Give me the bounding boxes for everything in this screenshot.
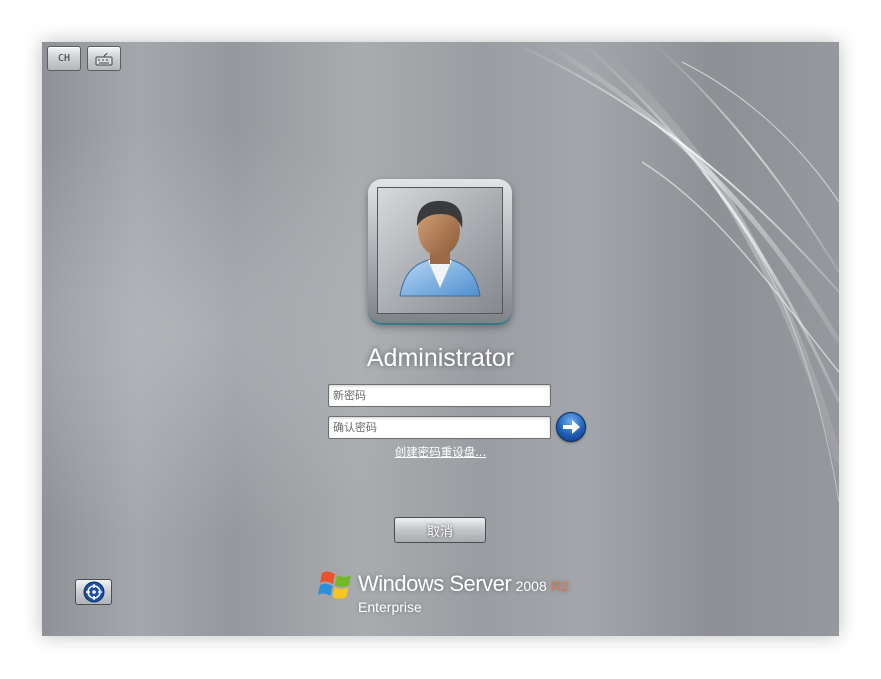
arrow-right-icon <box>563 420 580 434</box>
submit-button[interactable] <box>556 412 586 442</box>
cancel-button[interactable]: 取消 <box>394 517 486 543</box>
product-wordmark: Windows Server 2008 R2 <box>358 571 569 597</box>
user-tile-frame <box>368 179 512 323</box>
product-edition: Enterprise <box>358 599 422 615</box>
input-language-button[interactable]: CH <box>47 46 81 71</box>
product-name: Windows Server <box>358 571 512 596</box>
background-swoosh <box>511 42 839 503</box>
product-release: R2 <box>551 578 570 594</box>
logon-screen: CH Administrator 创建密码重设盘... 取消 Windows S… <box>42 42 839 636</box>
on-screen-keyboard-button[interactable] <box>87 46 121 71</box>
username-label: Administrator <box>366 344 515 372</box>
windows-flag-icon <box>318 571 351 599</box>
product-version: 2008 <box>515 578 547 594</box>
new-password-field[interactable] <box>328 384 551 407</box>
create-reset-disk-link[interactable]: 创建密码重设盘... <box>42 444 839 460</box>
keyboard-icon <box>95 52 113 65</box>
user-avatar-icon <box>399 200 481 297</box>
ease-of-access-button[interactable] <box>75 579 112 605</box>
ease-of-access-icon <box>83 581 104 603</box>
user-tile <box>377 187 503 314</box>
confirm-password-field[interactable] <box>328 416 551 439</box>
cancel-button-label: 取消 <box>426 524 453 540</box>
input-language-label: CH <box>57 53 71 64</box>
windows-server-branding: Windows Server 2008 R2 Enterprise <box>318 567 578 617</box>
